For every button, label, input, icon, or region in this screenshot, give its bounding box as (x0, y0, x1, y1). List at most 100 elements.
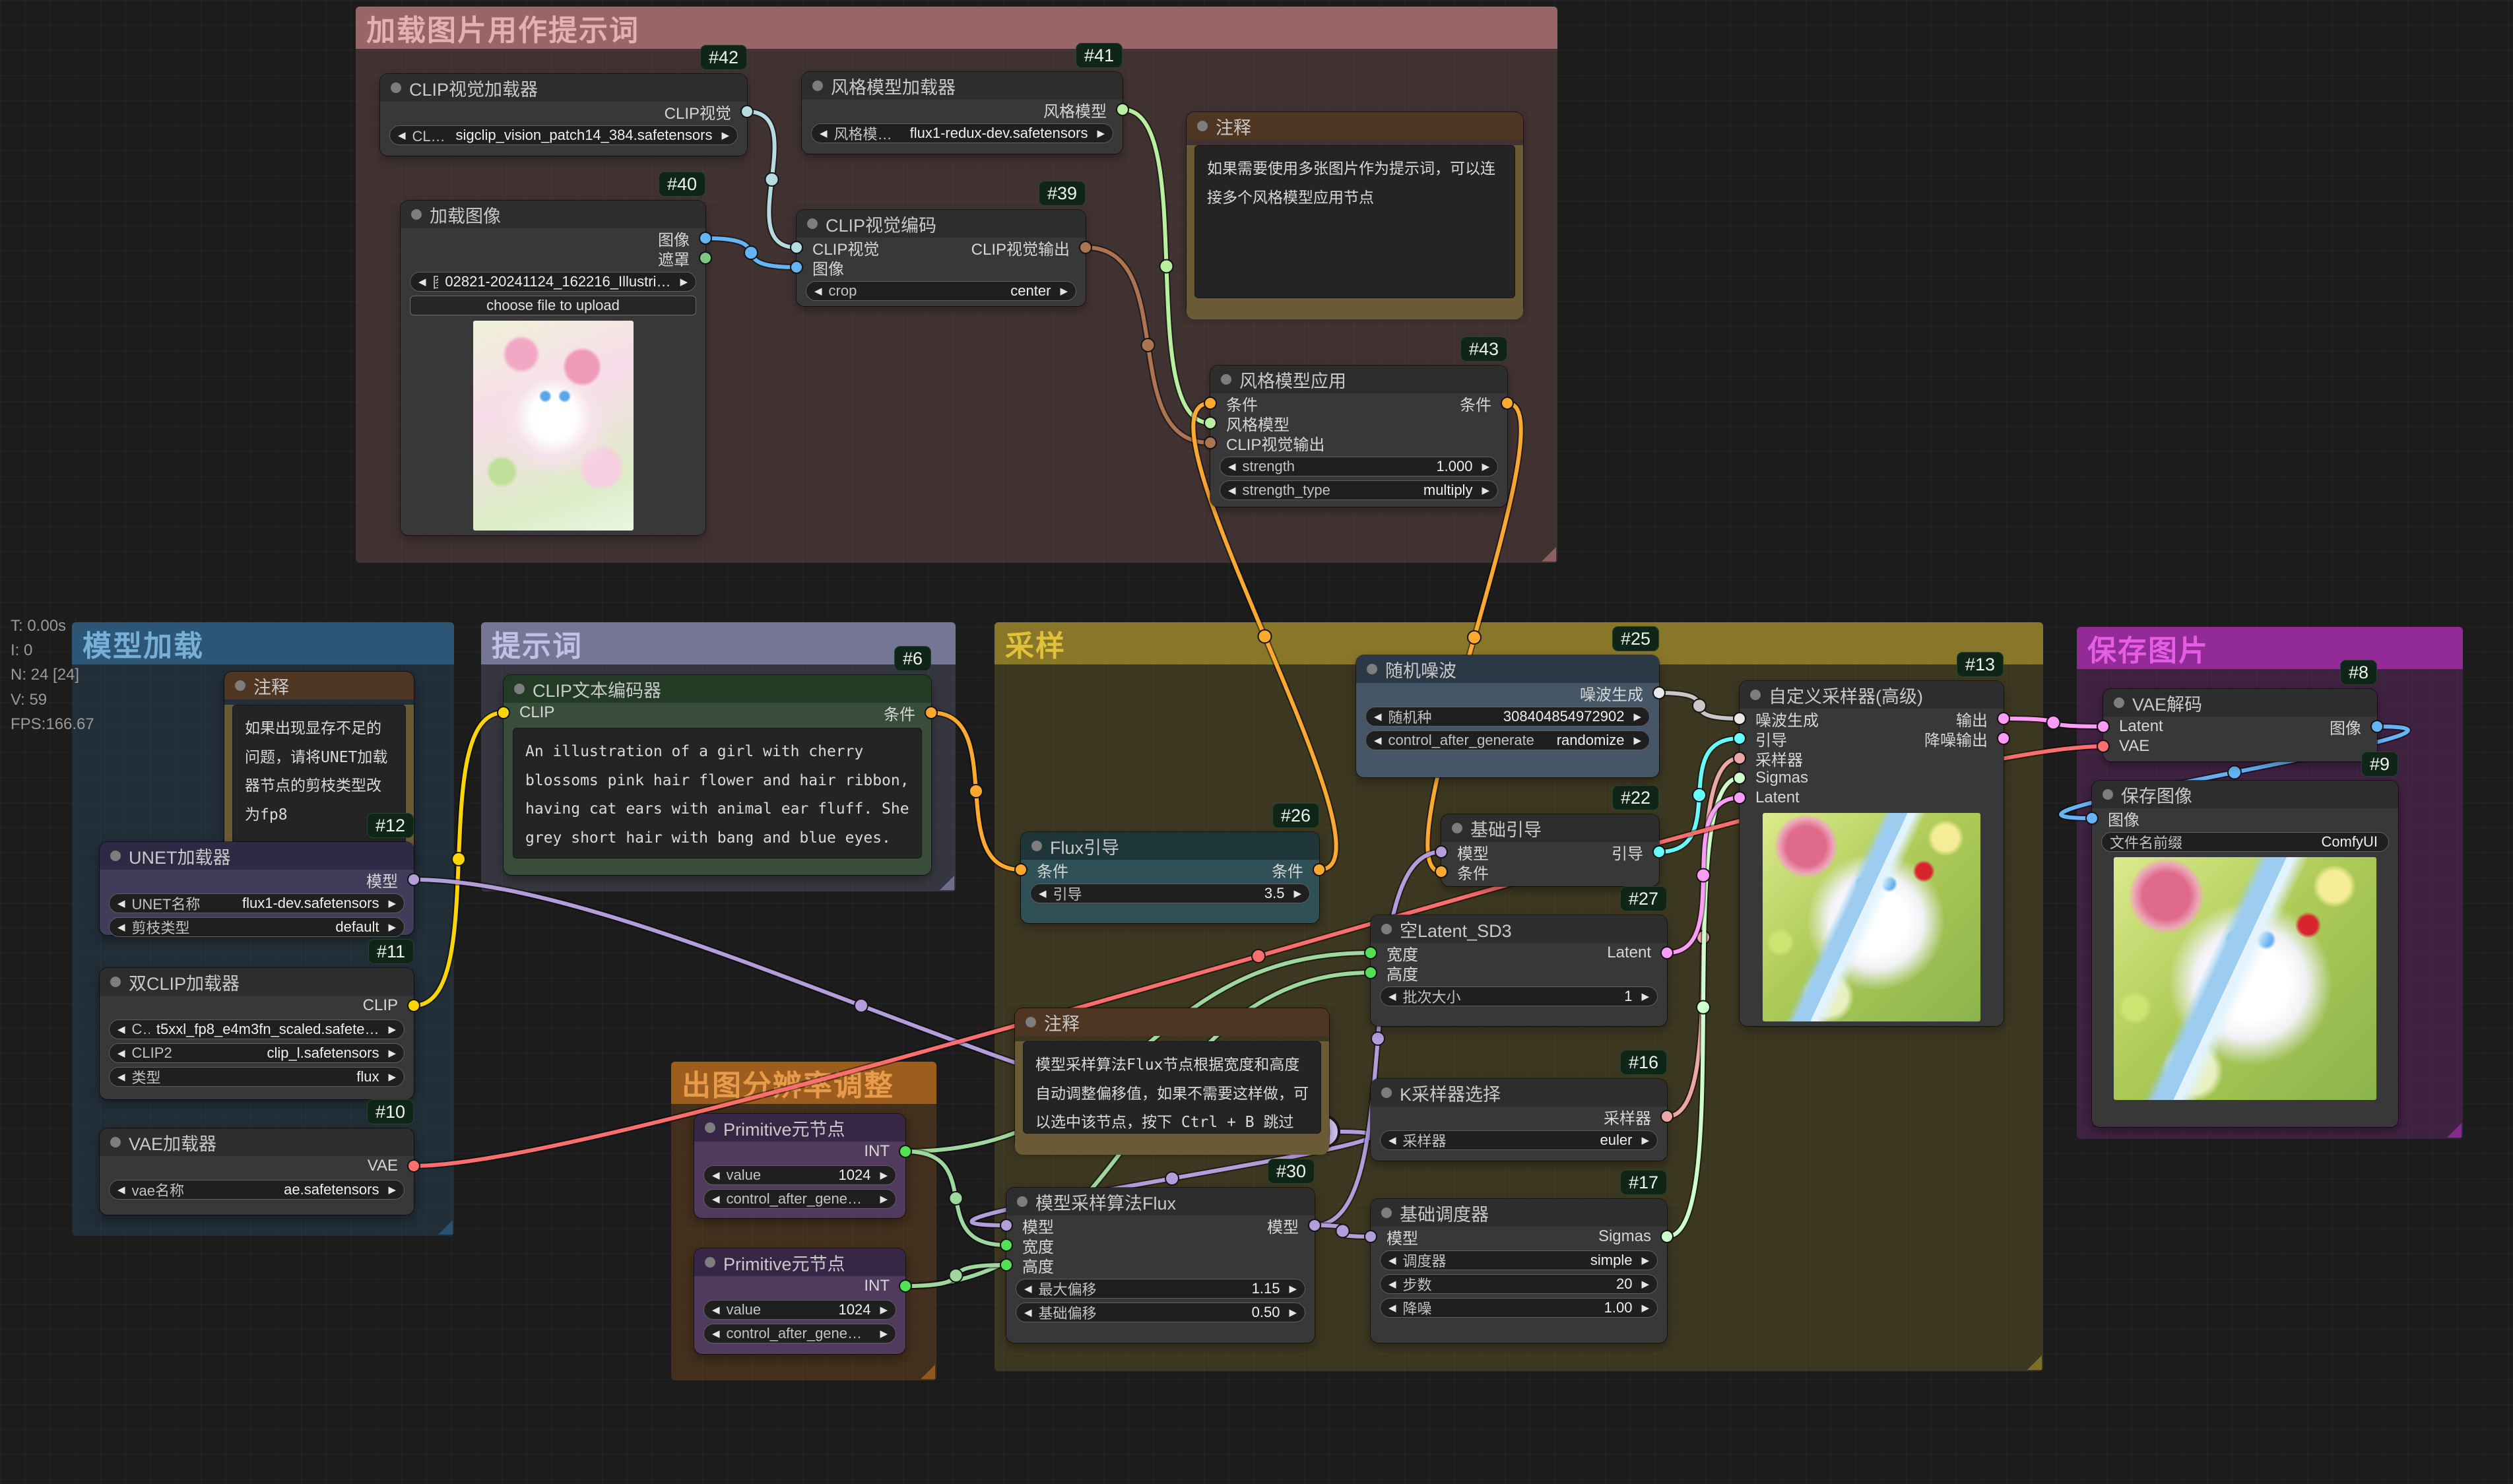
input-port-宽度[interactable] (1000, 1239, 1013, 1252)
combo-left-arrow-icon[interactable]: ◀ (1024, 1283, 1032, 1295)
group-resolution-header[interactable]: 出图分辨率调整 (671, 1062, 936, 1104)
input-port-宽度[interactable] (1364, 946, 1377, 959)
node-basic-scheduler[interactable]: 基础调度器#17模型Sigmas◀调度器simple▶◀步数20▶◀降噪1.00… (1371, 1199, 1667, 1343)
combo-right-arrow-icon[interactable]: ▶ (388, 1071, 396, 1083)
node-note-model-sampling-header[interactable]: 注释 (1015, 1008, 1329, 1036)
node-style-model-loader-header[interactable]: 风格模型加载器 (802, 72, 1123, 100)
node-primitive-width-header[interactable]: Primitive元节点 (694, 1114, 905, 1142)
combo-right-arrow-icon[interactable]: ▶ (1293, 887, 1301, 899)
combo-right-arrow-icon[interactable]: ▶ (1641, 1254, 1649, 1266)
node-vae-decode-header[interactable]: VAE解码 (2103, 689, 2377, 717)
combo-right-arrow-icon[interactable]: ▶ (1641, 1134, 1649, 1146)
combo-left-arrow-icon[interactable]: ◀ (712, 1328, 720, 1339)
combo-left-arrow-icon[interactable]: ◀ (117, 1047, 125, 1059)
group-resize-handle[interactable] (2027, 1355, 2042, 1370)
input-port-采样器[interactable] (1733, 752, 1746, 765)
node-style-model-apply-header[interactable]: 风格模型应用 (1210, 366, 1507, 393)
combo-left-arrow-icon[interactable]: ◀ (1228, 461, 1236, 472)
input-port-高度[interactable] (1364, 966, 1377, 979)
widget-图像[interactable]: ◀图像02821-20241124_162216_Illustri…▶ (410, 272, 696, 292)
combo-right-arrow-icon[interactable]: ▶ (1641, 1278, 1649, 1290)
widget-最大偏移[interactable]: ◀最大偏移1.15▶ (1016, 1279, 1305, 1299)
output-port-条件[interactable] (1313, 863, 1326, 876)
widget-剪枝类型[interactable]: ◀剪枝类型default▶ (109, 917, 405, 937)
group-model-load-header[interactable]: 模型加载 (72, 622, 454, 664)
widget-降噪[interactable]: ◀降噪1.00▶ (1380, 1298, 1658, 1318)
note-text[interactable]: 模型采样算法Flux节点根据宽度和高度自动调整偏移值，如果不需要这样做，可以选中… (1023, 1041, 1321, 1134)
group-resize-handle[interactable] (940, 876, 954, 890)
combo-left-arrow-icon[interactable]: ◀ (398, 129, 406, 141)
input-port-条件[interactable] (1435, 865, 1448, 878)
combo-left-arrow-icon[interactable]: ◀ (117, 1023, 125, 1035)
input-port-CLIP[interactable] (497, 706, 510, 719)
node-note-multi-image[interactable]: 注释如果需要使用多张图片作为提示词，可以连接多个风格模型应用节点 (1187, 112, 1523, 314)
combo-left-arrow-icon[interactable]: ◀ (1024, 1307, 1032, 1318)
widget-调度器[interactable]: ◀调度器simple▶ (1380, 1250, 1658, 1270)
node-model-sampling-flux-header[interactable]: 模型采样算法Flux (1006, 1188, 1315, 1215)
combo-right-arrow-icon[interactable]: ▶ (1097, 127, 1105, 139)
output-port-噪波生成[interactable] (1652, 686, 1666, 699)
widget-value[interactable]: ◀value1024▶ (703, 1165, 896, 1185)
combo-right-arrow-icon[interactable]: ▶ (1482, 484, 1489, 496)
output-port-Latent[interactable] (1660, 946, 1674, 959)
node-note-vram-header[interactable]: 注释 (224, 672, 414, 699)
combo-left-arrow-icon[interactable]: ◀ (117, 1184, 125, 1196)
combo-left-arrow-icon[interactable]: ◀ (1388, 1302, 1396, 1314)
group-load-image-prompt-header[interactable]: 加载图片用作提示词 (356, 7, 1557, 49)
combo-right-arrow-icon[interactable]: ▶ (1060, 285, 1068, 297)
input-port-Latent[interactable] (1733, 791, 1746, 804)
widget-采样器[interactable]: ◀采样器euler▶ (1380, 1130, 1658, 1150)
widget-文件名前缀[interactable]: 文件名前缀ComfyUI (2101, 832, 2389, 852)
output-port-CLIP视觉输出[interactable] (1079, 241, 1092, 254)
combo-right-arrow-icon[interactable]: ▶ (1641, 990, 1649, 1002)
widget-control_after_generate[interactable]: ◀control_after_generaterandomize▶ (1365, 730, 1650, 750)
node-clip-text-encode[interactable]: CLIP文本编码器#6CLIP条件An illustration of a gi… (504, 675, 931, 875)
output-port-CLIP视觉[interactable] (740, 105, 754, 118)
widget-基础偏移[interactable]: ◀基础偏移0.50▶ (1016, 1303, 1305, 1322)
combo-right-arrow-icon[interactable]: ▶ (680, 276, 688, 288)
node-primitive-height-header[interactable]: Primitive元节点 (694, 1248, 905, 1276)
combo-left-arrow-icon[interactable]: ◀ (712, 1169, 720, 1181)
output-port-输出[interactable] (1997, 712, 2010, 725)
combo-left-arrow-icon[interactable]: ◀ (1228, 484, 1236, 496)
prompt-textarea[interactable]: An illustration of a girl with cherry bl… (513, 728, 922, 858)
combo-left-arrow-icon[interactable]: ◀ (712, 1193, 720, 1205)
combo-right-arrow-icon[interactable]: ▶ (388, 1184, 396, 1196)
output-port-引导[interactable] (1652, 845, 1666, 858)
output-port-风格模型[interactable] (1116, 103, 1129, 116)
node-unet-loader[interactable]: UNET加载器#12模型◀UNET名称flux1-dev.safetensors… (100, 842, 414, 935)
widget-vae名称[interactable]: ◀vae名称ae.safetensors▶ (109, 1180, 405, 1200)
combo-left-arrow-icon[interactable]: ◀ (1374, 711, 1382, 723)
note-text[interactable]: 如果需要使用多张图片作为提示词，可以连接多个风格模型应用节点 (1194, 145, 1515, 298)
widget-control_after_generate…[interactable]: ◀control_after_generate…▶ (703, 1189, 896, 1209)
input-port-图像[interactable] (790, 261, 803, 274)
widget-批次大小[interactable]: ◀批次大小1▶ (1380, 986, 1658, 1006)
node-basic-scheduler-header[interactable]: 基础调度器 (1371, 1199, 1667, 1227)
upload-button[interactable]: choose file to upload (410, 296, 696, 315)
combo-left-arrow-icon[interactable]: ◀ (117, 1071, 125, 1083)
node-clip-text-encode-header[interactable]: CLIP文本编码器 (504, 675, 931, 703)
combo-right-arrow-icon[interactable]: ▶ (1633, 711, 1641, 723)
combo-left-arrow-icon[interactable]: ◀ (1374, 734, 1382, 746)
node-style-model-apply[interactable]: 风格模型应用#43条件条件风格模型CLIP视觉输出◀strength1.000▶… (1210, 366, 1507, 507)
node-load-image[interactable]: 加载图像#40图像遮罩◀图像02821-20241124_162216_Illu… (401, 201, 705, 535)
node-vae-loader-header[interactable]: VAE加载器 (100, 1128, 414, 1156)
node-basic-guider[interactable]: 基础引导#22模型引导条件 (1441, 814, 1659, 886)
combo-right-arrow-icon[interactable]: ▶ (388, 897, 396, 909)
node-note-multi-image-header[interactable]: 注释 (1187, 112, 1523, 140)
combo-right-arrow-icon[interactable]: ▶ (1633, 734, 1641, 746)
node-sampler-custom-advanced-header[interactable]: 自定义采样器(高级) (1740, 681, 2004, 709)
output-port-条件[interactable] (925, 706, 938, 719)
node-unet-loader-header[interactable]: UNET加载器 (100, 842, 414, 870)
combo-right-arrow-icon[interactable]: ▶ (1482, 461, 1489, 472)
combo-right-arrow-icon[interactable]: ▶ (1641, 1302, 1649, 1314)
output-port-采样器[interactable] (1660, 1110, 1674, 1123)
output-port-INT[interactable] (899, 1279, 912, 1293)
node-ksampler-select[interactable]: K采样器选择#16采样器◀采样器euler▶ (1371, 1079, 1667, 1161)
output-port-INT[interactable] (899, 1145, 912, 1158)
widget-引导[interactable]: ◀引导3.5▶ (1030, 884, 1310, 903)
output-port-图像[interactable] (699, 232, 712, 245)
node-flux-guidance[interactable]: Flux引导#26条件条件◀引导3.5▶ (1021, 832, 1319, 923)
input-port-模型[interactable] (1000, 1219, 1013, 1232)
combo-left-arrow-icon[interactable]: ◀ (418, 276, 426, 288)
